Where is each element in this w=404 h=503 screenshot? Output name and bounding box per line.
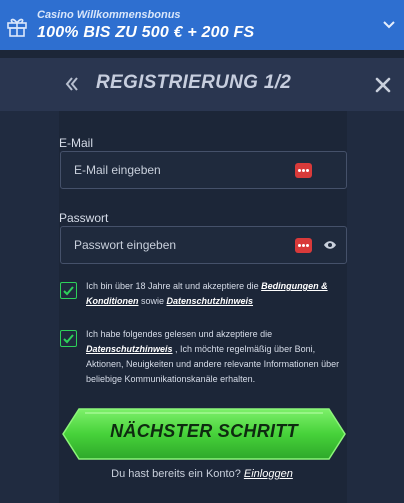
age-terms-text: Ich bin über 18 Jahre alt und akzeptiere… — [86, 279, 348, 309]
modal-header: REGISTRIERUNG 1/2 — [0, 58, 404, 111]
next-step-label: NÄCHSTER SCHRITT — [110, 421, 298, 441]
password-placeholder: Passwort eingeben — [74, 238, 177, 252]
promo-banner[interactable]: Casino Willkommensbonus 100% BIS ZU 500 … — [0, 0, 404, 50]
gift-icon — [7, 18, 27, 37]
registration-modal: REGISTRIERUNG 1/2 E-Mail E-Mail eingeben… — [0, 58, 404, 503]
close-icon[interactable] — [373, 75, 393, 95]
promo-subtitle: Casino Willkommensbonus — [37, 9, 181, 21]
chevron-down-icon[interactable] — [382, 18, 396, 32]
eye-icon[interactable] — [323, 239, 337, 251]
promo-title: 100% BIS ZU 500 € + 200 FS — [37, 24, 255, 41]
login-prompt-text: Du hast bereits ein Konto? — [111, 468, 244, 480]
next-step-button[interactable]: NÄCHSTER SCHRITT — [61, 407, 347, 461]
modal-title: REGISTRIERUNG 1/2 — [96, 72, 292, 93]
password-field[interactable]: Passwort eingeben — [60, 226, 347, 264]
email-label: E-Mail — [59, 136, 94, 150]
registration-form: E-Mail E-Mail eingeben Passwort Passwort… — [59, 111, 347, 503]
back-arrow-icon[interactable] — [62, 74, 82, 94]
age-terms-checkbox[interactable] — [60, 282, 77, 299]
marketing-consent-text: Ich habe folgendes gelesen und akzeptier… — [86, 327, 348, 387]
checkmark-icon — [63, 334, 74, 344]
password-manager-icon[interactable] — [295, 163, 312, 178]
privacy-link[interactable]: Datenschutzhinweis — [167, 296, 254, 306]
login-prompt: Du hast bereits ein Konto? Einloggen — [0, 468, 404, 480]
consent2-text-before: Ich habe folgendes gelesen und akzeptier… — [86, 329, 273, 339]
password-label: Passwort — [59, 211, 109, 225]
consent1-text-before: Ich bin über 18 Jahre alt und akzeptiere… — [86, 281, 262, 291]
privacy-link-2[interactable]: Datenschutzhinweis — [86, 344, 173, 354]
consent1-text-middle: sowie — [138, 296, 167, 306]
email-placeholder: E-Mail eingeben — [74, 163, 161, 177]
email-field[interactable]: E-Mail eingeben — [60, 151, 347, 189]
password-manager-icon[interactable] — [295, 238, 312, 253]
marketing-consent-checkbox[interactable] — [60, 330, 77, 347]
checkmark-icon — [63, 286, 74, 296]
login-link[interactable]: Einloggen — [244, 468, 293, 480]
